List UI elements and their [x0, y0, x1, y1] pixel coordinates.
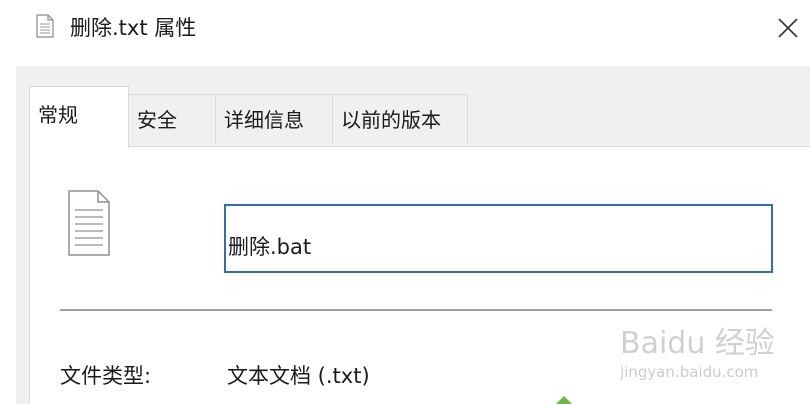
shield-icon: [556, 396, 572, 404]
tab-label: 安全: [137, 108, 177, 132]
window-title: 删除.txt 属性: [70, 16, 197, 40]
tab-previous-versions[interactable]: 以前的版本: [332, 94, 468, 144]
tab-general[interactable]: 常规: [29, 86, 129, 148]
tab-security[interactable]: 安全: [128, 94, 216, 144]
file-name-input[interactable]: [224, 204, 773, 273]
title-bar: 删除.txt 属性: [0, 0, 810, 66]
tab-label: 以前的版本: [341, 108, 441, 132]
tab-label: 常规: [38, 103, 78, 127]
file-type-label: 文件类型:: [60, 364, 152, 388]
tab-details[interactable]: 详细信息: [215, 94, 333, 144]
tab-label: 详细信息: [224, 108, 304, 132]
text-file-icon: [36, 14, 54, 38]
file-type-value: 文本文档 (.txt): [227, 364, 370, 388]
separator: [60, 309, 772, 311]
close-icon[interactable]: [770, 12, 804, 44]
document-icon: [68, 190, 110, 256]
